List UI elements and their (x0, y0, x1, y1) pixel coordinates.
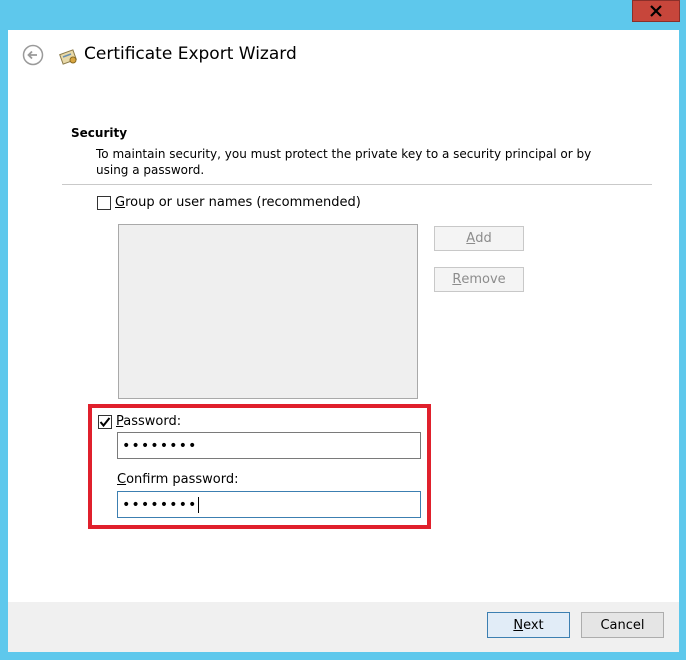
window-frame: Certificate Export Wizard Security To ma… (0, 0, 686, 660)
wizard-content: Security To maintain security, you must … (8, 78, 679, 602)
password-label: Password: (116, 414, 182, 429)
wizard-footer: Next Cancel (8, 602, 679, 652)
back-button[interactable] (22, 44, 44, 66)
wizard-header: Certificate Export Wizard (8, 30, 679, 79)
group-checkbox[interactable] (97, 195, 111, 210)
group-user-list[interactable] (118, 224, 418, 399)
password-input[interactable]: •••••••• (117, 432, 421, 459)
section-description: To maintain security, you must protect t… (96, 147, 592, 177)
confirm-password-value: •••••••• (122, 496, 198, 513)
confirm-password-input[interactable]: •••••••• (117, 491, 421, 518)
add-button[interactable]: Add (434, 226, 524, 251)
close-icon (650, 5, 662, 17)
group-checkbox-label: Group or user names (recommended) (115, 195, 361, 210)
separator (62, 184, 652, 185)
close-button[interactable] (632, 0, 680, 22)
text-caret (198, 496, 200, 513)
password-value: •••••••• (122, 437, 198, 454)
section-heading: Security (71, 126, 128, 140)
password-option-row[interactable]: Password: (98, 414, 181, 429)
group-option-row[interactable]: Group or user names (recommended) (97, 195, 361, 210)
wizard-title: Certificate Export Wizard (84, 44, 297, 64)
certificate-icon (58, 45, 80, 67)
checkmark-icon (99, 416, 111, 427)
back-arrow-icon (22, 44, 44, 66)
password-checkbox[interactable] (98, 414, 112, 429)
confirm-password-label: Confirm password: (117, 472, 239, 487)
remove-button[interactable]: Remove (434, 267, 524, 292)
next-button[interactable]: Next (487, 612, 570, 638)
cancel-button[interactable]: Cancel (581, 612, 664, 638)
